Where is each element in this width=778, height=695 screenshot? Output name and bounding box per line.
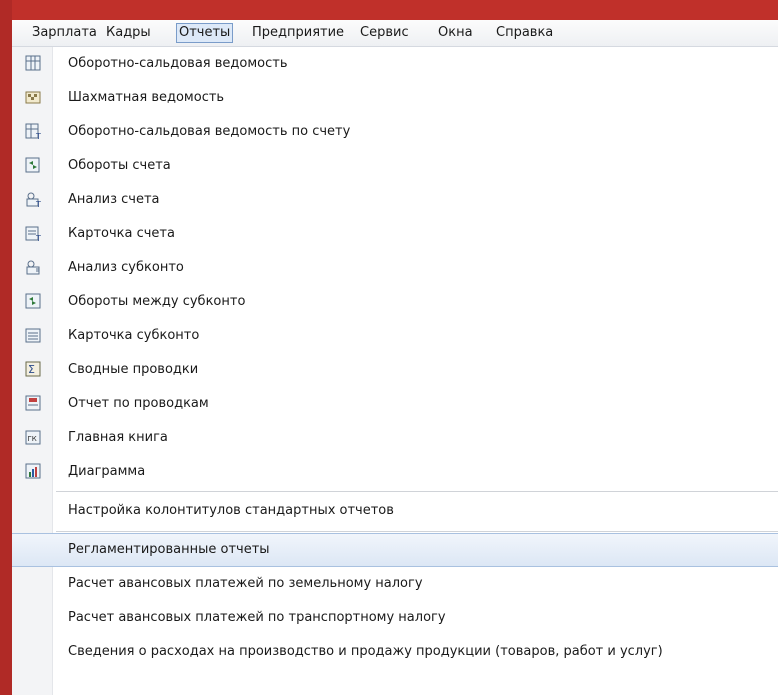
menu-personnel[interactable]: Кадры: [104, 24, 153, 42]
menu-item-label: Анализ счета: [68, 192, 160, 207]
svg-text:T: T: [35, 132, 41, 140]
svg-text:T: T: [35, 200, 41, 208]
menu-item-account-card[interactable]: T Карточка счета: [12, 217, 778, 251]
window-frame-left: [0, 0, 12, 695]
entries-report-icon: [25, 395, 41, 411]
menu-item-label: Обороты счета: [68, 158, 171, 173]
svg-text:Σ: Σ: [28, 363, 35, 376]
menu-item-regulated-reports[interactable]: Регламентированные отчеты: [12, 533, 778, 567]
menu-enterprise[interactable]: Предприятие: [250, 24, 346, 42]
menu-item-land-tax-advance[interactable]: Расчет авансовых платежей по земельному …: [12, 567, 778, 601]
menu-item-label: Карточка счета: [68, 226, 175, 241]
menu-item-general-ledger[interactable]: ГК Главная книга: [12, 421, 778, 455]
menu-item-header-footer-settings[interactable]: Настройка колонтитулов стандартных отчет…: [12, 494, 778, 528]
menu-item-subconto-card[interactable]: Карточка субконто: [12, 319, 778, 353]
menu-service[interactable]: Сервис: [358, 24, 411, 42]
menu-item-chart[interactable]: Диаграмма: [12, 455, 778, 489]
menu-item-transport-tax-advance[interactable]: Расчет авансовых платежей по транспортно…: [12, 601, 778, 635]
menu-item-label: Расчет авансовых платежей по транспортно…: [68, 610, 446, 625]
svg-text:ГК: ГК: [28, 435, 37, 443]
menu-bar: Зарплата Кадры Отчеты Предприятие Сервис…: [12, 20, 778, 47]
chart-icon: [25, 463, 41, 479]
menu-item-label: Обороты между субконто: [68, 294, 246, 309]
subconto-card-icon: [25, 328, 41, 343]
menu-item-label: Отчет по проводкам: [68, 396, 209, 411]
subconto-turnover-icon: [25, 293, 41, 309]
menu-item-label: Главная книга: [68, 430, 168, 445]
subconto-analysis-icon: [26, 260, 40, 275]
window-frame-top: [0, 0, 778, 20]
menu-item-chess-sheet[interactable]: Шахматная ведомость: [12, 81, 778, 115]
account-turnover-icon: [25, 157, 40, 173]
menu-item-production-costs[interactable]: Сведения о расходах на производство и пр…: [12, 635, 778, 669]
menu-item-turnover-balance[interactable]: Оборотно-сальдовая ведомость: [12, 47, 778, 81]
menu-help[interactable]: Справка: [494, 24, 555, 42]
account-turnover-balance-icon: T: [25, 123, 41, 140]
menu-reports[interactable]: Отчеты: [176, 23, 234, 43]
menu-item-label: Сведения о расходах на производство и пр…: [68, 644, 663, 659]
menu-item-label: Оборотно-сальдовая ведомость по счету: [68, 124, 351, 139]
menu-item-subconto-turnover[interactable]: Обороты между субконто: [12, 285, 778, 319]
menu-item-label: Регламентированные отчеты: [68, 542, 270, 557]
summary-entries-icon: Σ: [25, 361, 41, 377]
chess-sheet-icon: [25, 91, 41, 104]
account-analysis-icon: T: [26, 192, 41, 208]
menu-item-label: Диаграмма: [68, 464, 146, 479]
general-ledger-icon: ГК: [25, 430, 41, 445]
menu-item-account-turnover-balance[interactable]: T Оборотно-сальдовая ведомость по счету: [12, 115, 778, 149]
menu-item-label: Оборотно-сальдовая ведомость: [68, 56, 288, 71]
menu-windows[interactable]: Окна: [436, 24, 475, 42]
menu-separator: [56, 531, 778, 532]
menu-item-summary-entries[interactable]: Σ Сводные проводки: [12, 353, 778, 387]
application-window: Зарплата Кадры Отчеты Предприятие Сервис…: [12, 20, 778, 695]
menu-item-label: Шахматная ведомость: [68, 90, 225, 105]
menu-separator: [56, 491, 778, 492]
reports-dropdown-menu: Оборотно-сальдовая ведомость Шахматная в…: [12, 47, 778, 695]
menu-item-label: Сводные проводки: [68, 362, 199, 377]
menu-item-subconto-analysis[interactable]: Анализ субконто: [12, 251, 778, 285]
account-card-icon: T: [25, 226, 41, 242]
menu-item-label: Расчет авансовых платежей по земельному …: [68, 576, 423, 591]
menu-item-account-analysis[interactable]: T Анализ счета: [12, 183, 778, 217]
menu-item-entries-report[interactable]: Отчет по проводкам: [12, 387, 778, 421]
menu-item-label: Настройка колонтитулов стандартных отчет…: [68, 503, 394, 518]
menu-item-account-turnover[interactable]: Обороты счета: [12, 149, 778, 183]
menu-item-label: Карточка субконто: [68, 328, 200, 343]
svg-text:T: T: [35, 234, 41, 242]
menu-salary[interactable]: Зарплата: [30, 24, 99, 42]
turnover-balance-icon: [25, 55, 41, 71]
menu-item-label: Анализ субконто: [68, 260, 184, 275]
